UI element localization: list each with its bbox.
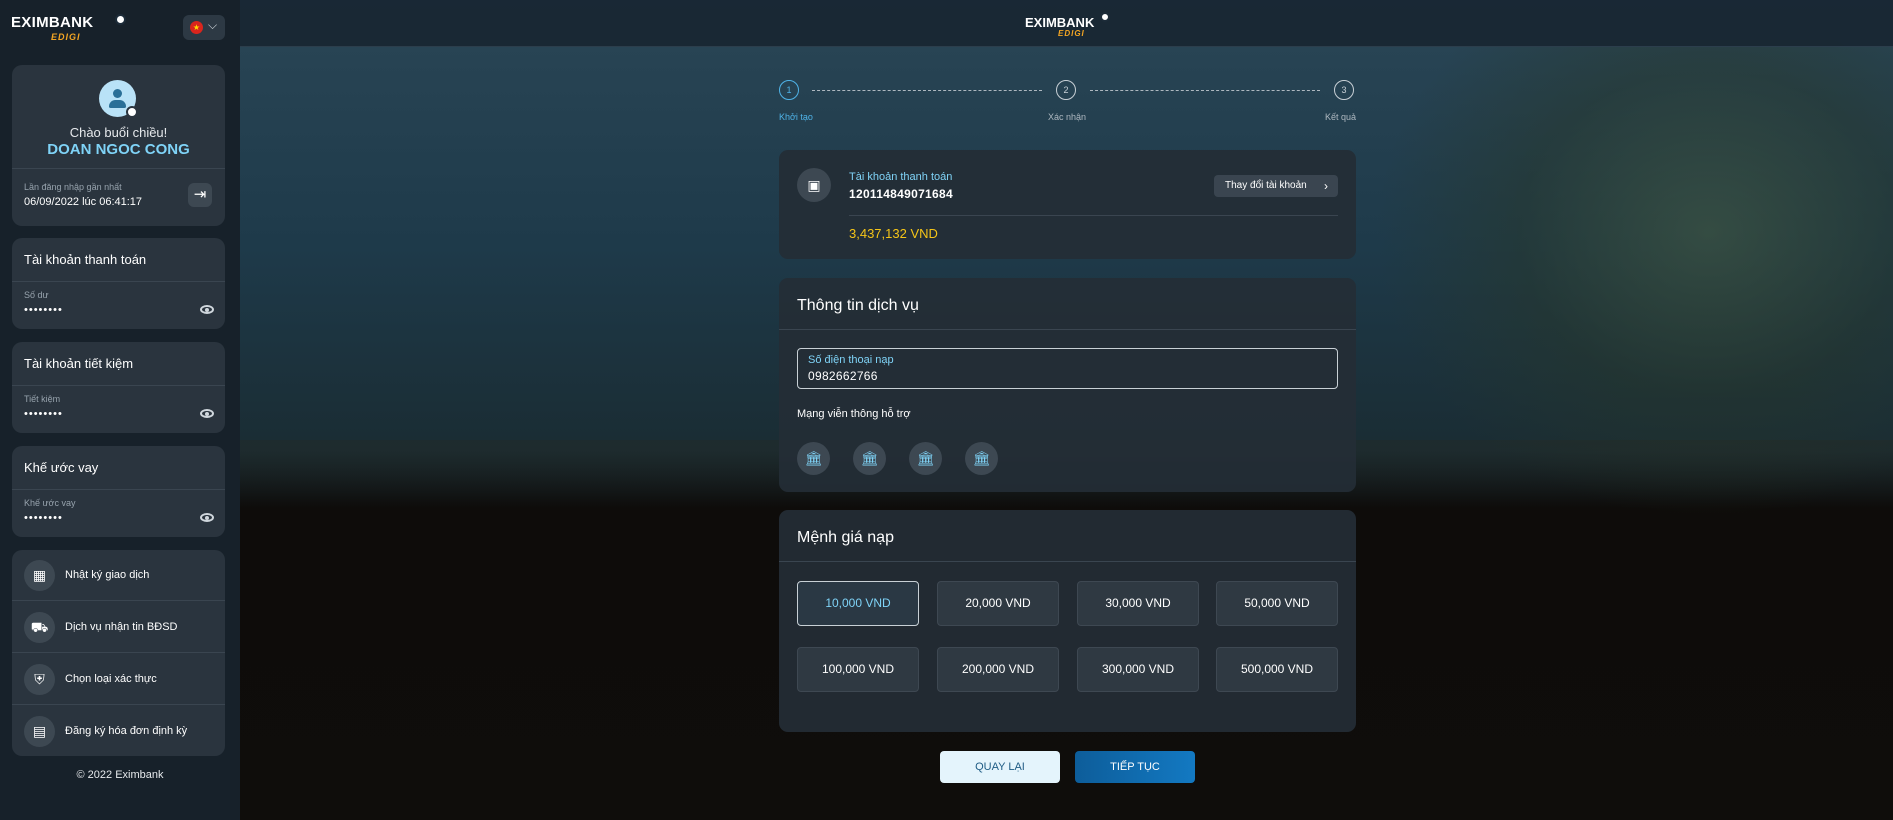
account-title: Tài khoản tiết kiệm: [24, 356, 134, 371]
step-2-label: Xác nhận: [1048, 112, 1087, 122]
source-account-number: 120114849071684: [849, 187, 953, 201]
account-card-payment[interactable]: Tài khoản thanh toán Số dư ••••••••: [12, 238, 225, 329]
invoice-icon: ▤: [24, 716, 55, 747]
denomination-option[interactable]: 300,000 VND: [1077, 647, 1199, 692]
phone-number-field[interactable]: Số điện thoại nạp 0982662766: [797, 348, 1338, 389]
network-option-bank-icon[interactable]: 🏛: [797, 442, 830, 475]
sidebar: EXIMBANK EDIGI ★ ⌵ Chào buổi chiều! DOAN…: [0, 0, 240, 820]
eye-icon[interactable]: [200, 409, 214, 418]
account-card-savings[interactable]: Tài khoản tiết kiệm Tiết kiệm ••••••••: [12, 342, 225, 433]
denomination-option[interactable]: 200,000 VND: [937, 647, 1059, 692]
account-hidden-value: ••••••••: [24, 304, 63, 316]
network-option-bank-icon[interactable]: 🏛: [853, 442, 886, 475]
chevron-down-icon: ⌵: [208, 18, 218, 32]
wallet-icon: ▣: [797, 168, 831, 202]
account-label: Số dư: [24, 290, 49, 300]
menu-item-auth-type[interactable]: ⛨ Chọn loại xác thực: [12, 654, 225, 705]
denomination-option[interactable]: 500,000 VND: [1216, 647, 1338, 692]
account-card-loan[interactable]: Khế ước vay Khế ước vay ••••••••: [12, 446, 225, 537]
eye-icon[interactable]: [200, 513, 214, 522]
calendar-icon: ▦: [24, 560, 55, 591]
change-account-button[interactable]: Thay đổi tài khoản ›: [1214, 175, 1338, 197]
step-1: 1: [779, 80, 799, 100]
network-option-bank-icon[interactable]: 🏛: [909, 442, 942, 475]
step-1-label: Khởi tạo: [779, 112, 813, 122]
eximbank-logo: EXIMBANK EDIGI: [1025, 12, 1115, 40]
step-3-label: Kết quả: [1325, 112, 1357, 122]
account-label: Khế ước vay: [24, 498, 76, 508]
phone-number-label: Số điện thoại nạp: [808, 354, 894, 366]
logout-icon[interactable]: ⇥: [188, 183, 212, 207]
greeting: Chào buổi chiều!: [69, 125, 168, 140]
denomination-option[interactable]: 20,000 VND: [937, 581, 1059, 626]
denomination-title: Mệnh giá nạp: [797, 529, 894, 546]
vietnam-flag-icon: ★: [190, 21, 203, 34]
continue-button[interactable]: TIẾP TỤC: [1075, 751, 1195, 783]
account-label: Tiết kiệm: [24, 394, 61, 404]
denomination-panel: Mệnh giá nạp 10,000 VND 20,000 VND 30,00…: [779, 510, 1356, 732]
globe-icon: [1100, 12, 1110, 22]
source-account-label: Tài khoản thanh toán: [849, 171, 953, 183]
service-info-panel: Thông tin dịch vụ Số điện thoại nạp 0982…: [779, 278, 1356, 492]
profile-card: Chào buổi chiều! DOAN NGOC CONG Lần đăng…: [12, 65, 225, 226]
last-login-value: 06/09/2022 lúc 06:41:17: [24, 196, 143, 208]
step-2: 2: [1056, 80, 1076, 100]
network-label: Mạng viễn thông hỗ trợ: [797, 408, 911, 420]
user-name: DOAN NGOC CONG: [47, 141, 190, 158]
denomination-option[interactable]: 30,000 VND: [1077, 581, 1199, 626]
account-balance: 3,437,132 VND: [849, 226, 938, 241]
sidebar-menu: ▦ Nhật ký giao dịch ⛟ Dịch vụ nhận tin B…: [12, 550, 225, 756]
service-info-title: Thông tin dịch vụ: [797, 297, 919, 314]
denomination-option-selected[interactable]: 10,000 VND: [797, 581, 919, 626]
language-selector[interactable]: ★ ⌵: [183, 15, 225, 40]
source-account-panel: ▣ Tài khoản thanh toán 120114849071684 T…: [779, 150, 1356, 259]
copyright: © 2022 Eximbank: [76, 769, 164, 781]
top-bar: EXIMBANK EDIGI: [240, 0, 1893, 47]
account-hidden-value: ••••••••: [24, 512, 63, 524]
network-option-bank-icon[interactable]: 🏛: [965, 442, 998, 475]
account-title: Khế ước vay: [24, 460, 99, 475]
camera-icon[interactable]: [126, 106, 138, 118]
globe-icon: [115, 14, 126, 25]
last-login-label: Lần đăng nhập gần nhất: [24, 182, 122, 192]
phone-number-value[interactable]: 0982662766: [808, 369, 878, 383]
back-button[interactable]: QUAY LẠI: [940, 751, 1060, 783]
account-hidden-value: ••••••••: [24, 408, 63, 420]
shield-icon: ⛨: [24, 664, 55, 695]
menu-item-recurring-bill[interactable]: ▤ Đăng ký hóa đơn định kỳ: [12, 706, 225, 757]
menu-item-balance-notification[interactable]: ⛟ Dịch vụ nhận tin BĐSD: [12, 602, 225, 653]
truck-icon: ⛟: [24, 612, 55, 643]
denomination-option[interactable]: 100,000 VND: [797, 647, 919, 692]
avatar[interactable]: [99, 80, 138, 118]
chevron-right-icon: ›: [1324, 179, 1328, 193]
denomination-option[interactable]: 50,000 VND: [1216, 581, 1338, 626]
eximbank-logo[interactable]: EXIMBANK EDIGI: [11, 14, 126, 48]
step-3: 3: [1334, 80, 1354, 100]
eye-icon[interactable]: [200, 305, 214, 314]
account-title: Tài khoản thanh toán: [24, 252, 147, 267]
menu-item-transaction-log[interactable]: ▦ Nhật ký giao dịch: [12, 550, 225, 601]
